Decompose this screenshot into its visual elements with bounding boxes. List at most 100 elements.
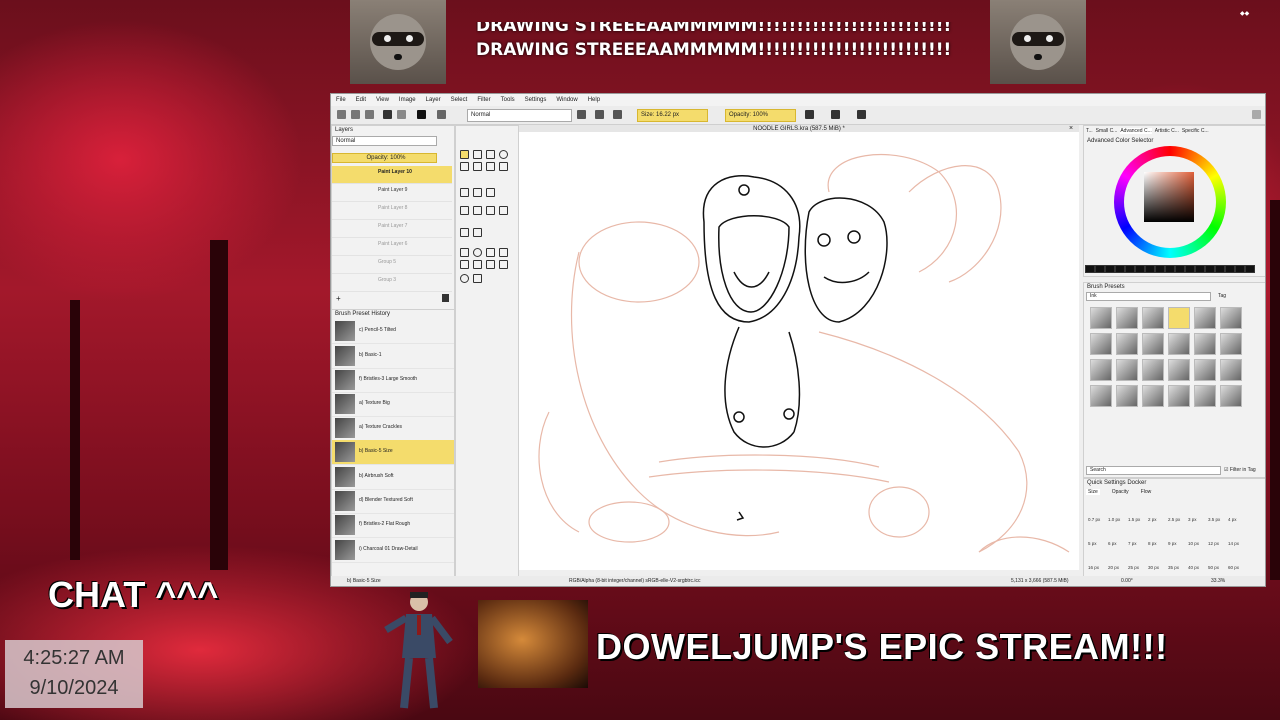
tab-tool-options[interactable]: T...	[1086, 128, 1093, 134]
pattern-icon[interactable]	[397, 110, 406, 119]
polygon-select-tool-icon[interactable]	[486, 248, 495, 257]
size-option[interactable]: 60 px	[1228, 565, 1239, 570]
brush-preset-tile[interactable]	[1116, 307, 1138, 329]
size-option[interactable]: 10 px	[1188, 541, 1199, 546]
brush-preset-tile[interactable]	[1220, 307, 1242, 329]
move-tool-icon[interactable]	[473, 188, 482, 197]
tab-opacity[interactable]: Opacity	[1112, 489, 1129, 495]
color-history-swatch[interactable]	[1235, 265, 1245, 273]
color-history-swatch[interactable]	[1145, 265, 1155, 273]
drawing-canvas[interactable]	[519, 132, 1079, 570]
size-option[interactable]: 0.7 px	[1088, 517, 1100, 522]
ellipse-tool-icon[interactable]	[499, 150, 508, 159]
contiguous-select-tool-icon[interactable]	[460, 260, 469, 269]
brush-preset-tile[interactable]	[1194, 385, 1216, 407]
similar-select-tool-icon[interactable]	[473, 260, 482, 269]
color-history-swatch[interactable]	[1165, 265, 1175, 273]
size-option[interactable]: 1.0 px	[1108, 517, 1120, 522]
size-option[interactable]: 3 px	[1188, 517, 1197, 522]
crop-tool-icon[interactable]	[486, 188, 495, 197]
reload-preset-icon[interactable]	[613, 110, 622, 119]
size-option[interactable]: 9 px	[1168, 541, 1177, 546]
layer-opacity-field[interactable]: Opacity: 100%	[332, 153, 437, 163]
polygon-tool-icon[interactable]	[460, 162, 469, 171]
layer-row[interactable]: Paint Layer 9	[332, 184, 452, 202]
freehand-brush-tool-icon[interactable]	[460, 150, 469, 159]
size-option[interactable]: 16 px	[1088, 565, 1099, 570]
eraser-mode-icon[interactable]	[577, 110, 586, 119]
brush-preset-tile[interactable]	[1116, 333, 1138, 355]
color-history-swatch[interactable]	[1215, 265, 1225, 273]
line-tool-icon[interactable]	[473, 150, 482, 159]
brush-history-item[interactable]: a) Texture Crackles	[332, 416, 454, 441]
brush-history-item[interactable]: b) Basic-1	[332, 344, 454, 369]
size-option[interactable]: 12 px	[1208, 541, 1219, 546]
brush-history-item[interactable]: i) Charcoal 01 Draw-Detail	[332, 538, 454, 563]
close-document-icon[interactable]: ×	[1069, 125, 1073, 132]
gradient-tool-icon[interactable]	[460, 206, 469, 215]
menu-select[interactable]: Select	[446, 97, 473, 103]
color-history-swatch[interactable]	[1095, 265, 1105, 273]
assistant-tool-icon[interactable]	[499, 206, 508, 215]
opacity-field[interactable]: Opacity: 100%	[725, 109, 796, 122]
saturation-value-square[interactable]	[1144, 172, 1194, 222]
brush-history-item[interactable]: f) Bristles-2 Flat Rough	[332, 513, 454, 538]
layer-row[interactable]: Group 5	[332, 256, 452, 274]
new-file-icon[interactable]	[337, 110, 346, 119]
tab-artistic-color[interactable]: Artistic C...	[1155, 128, 1179, 134]
brush-preset-tile[interactable]	[1090, 385, 1112, 407]
brush-preset-tile[interactable]	[1142, 307, 1164, 329]
menu-tools[interactable]: Tools	[496, 97, 520, 103]
menu-layer[interactable]: Layer	[421, 97, 446, 103]
reference-tool-icon[interactable]	[473, 228, 482, 237]
pan-tool-icon[interactable]	[473, 274, 482, 283]
preset-search-input[interactable]: Search	[1086, 466, 1221, 475]
size-option[interactable]: 20 px	[1108, 565, 1119, 570]
brush-preset-tile[interactable]	[1090, 333, 1112, 355]
brush-preset-tile[interactable]	[1090, 307, 1112, 329]
brush-preset-tile[interactable]	[1194, 333, 1216, 355]
fg-bg-color-icon[interactable]	[417, 110, 426, 119]
preserve-alpha-icon[interactable]	[595, 110, 604, 119]
size-option[interactable]: 2.5 px	[1168, 517, 1180, 522]
size-option[interactable]: 50 px	[1208, 565, 1219, 570]
menu-filter[interactable]: Filter	[472, 97, 495, 103]
brush-preset-tile[interactable]	[1168, 359, 1190, 381]
menu-window[interactable]: Window	[551, 97, 582, 103]
brush-preset-tile[interactable]	[1142, 359, 1164, 381]
brush-preset-tile[interactable]	[1142, 333, 1164, 355]
brush-history-item-selected[interactable]: b) Basic-5 Size	[332, 440, 454, 465]
brush-preset-tile[interactable]	[1194, 307, 1216, 329]
menu-image[interactable]: Image	[394, 97, 421, 103]
layer-row[interactable]: Group 3	[332, 274, 452, 292]
hue-ring[interactable]	[1114, 146, 1226, 258]
menu-view[interactable]: View	[371, 97, 394, 103]
tab-advanced-color[interactable]: Advanced C...	[1120, 128, 1152, 134]
color-picker-tool-icon[interactable]	[473, 206, 482, 215]
brush-preset-tile[interactable]	[1168, 333, 1190, 355]
size-option[interactable]: 7 px	[1128, 541, 1137, 546]
brush-size-field[interactable]: Size: 16.22 px	[637, 109, 708, 122]
menu-edit[interactable]: Edit	[351, 97, 371, 103]
size-option[interactable]: 8 px	[1148, 541, 1157, 546]
brush-preset-icon[interactable]	[437, 110, 446, 119]
size-option[interactable]: 6 px	[1108, 541, 1117, 546]
color-history-swatch[interactable]	[1105, 265, 1115, 273]
delete-layer-icon[interactable]	[442, 294, 449, 302]
wrap-around-icon[interactable]	[857, 110, 866, 119]
color-history-swatch[interactable]	[1125, 265, 1135, 273]
brush-preset-tile[interactable]	[1142, 385, 1164, 407]
brush-history-item[interactable]: d) Blender Textured Soft	[332, 489, 454, 514]
gradient-icon[interactable]	[383, 110, 392, 119]
text-tool-icon[interactable]	[499, 162, 508, 171]
color-history-swatch[interactable]	[1175, 265, 1185, 273]
add-layer-icon[interactable]: +	[336, 294, 341, 303]
brush-preset-tile-selected[interactable]	[1168, 307, 1190, 329]
tab-small-color[interactable]: Small C...	[1096, 128, 1118, 134]
zoom-tool-icon[interactable]	[460, 274, 469, 283]
brush-preset-tile[interactable]	[1116, 385, 1138, 407]
brush-preset-tile[interactable]	[1220, 385, 1242, 407]
size-option[interactable]: 30 px	[1148, 565, 1159, 570]
brush-preset-tile[interactable]	[1194, 359, 1216, 381]
tag-button[interactable]: Tag	[1218, 293, 1226, 299]
